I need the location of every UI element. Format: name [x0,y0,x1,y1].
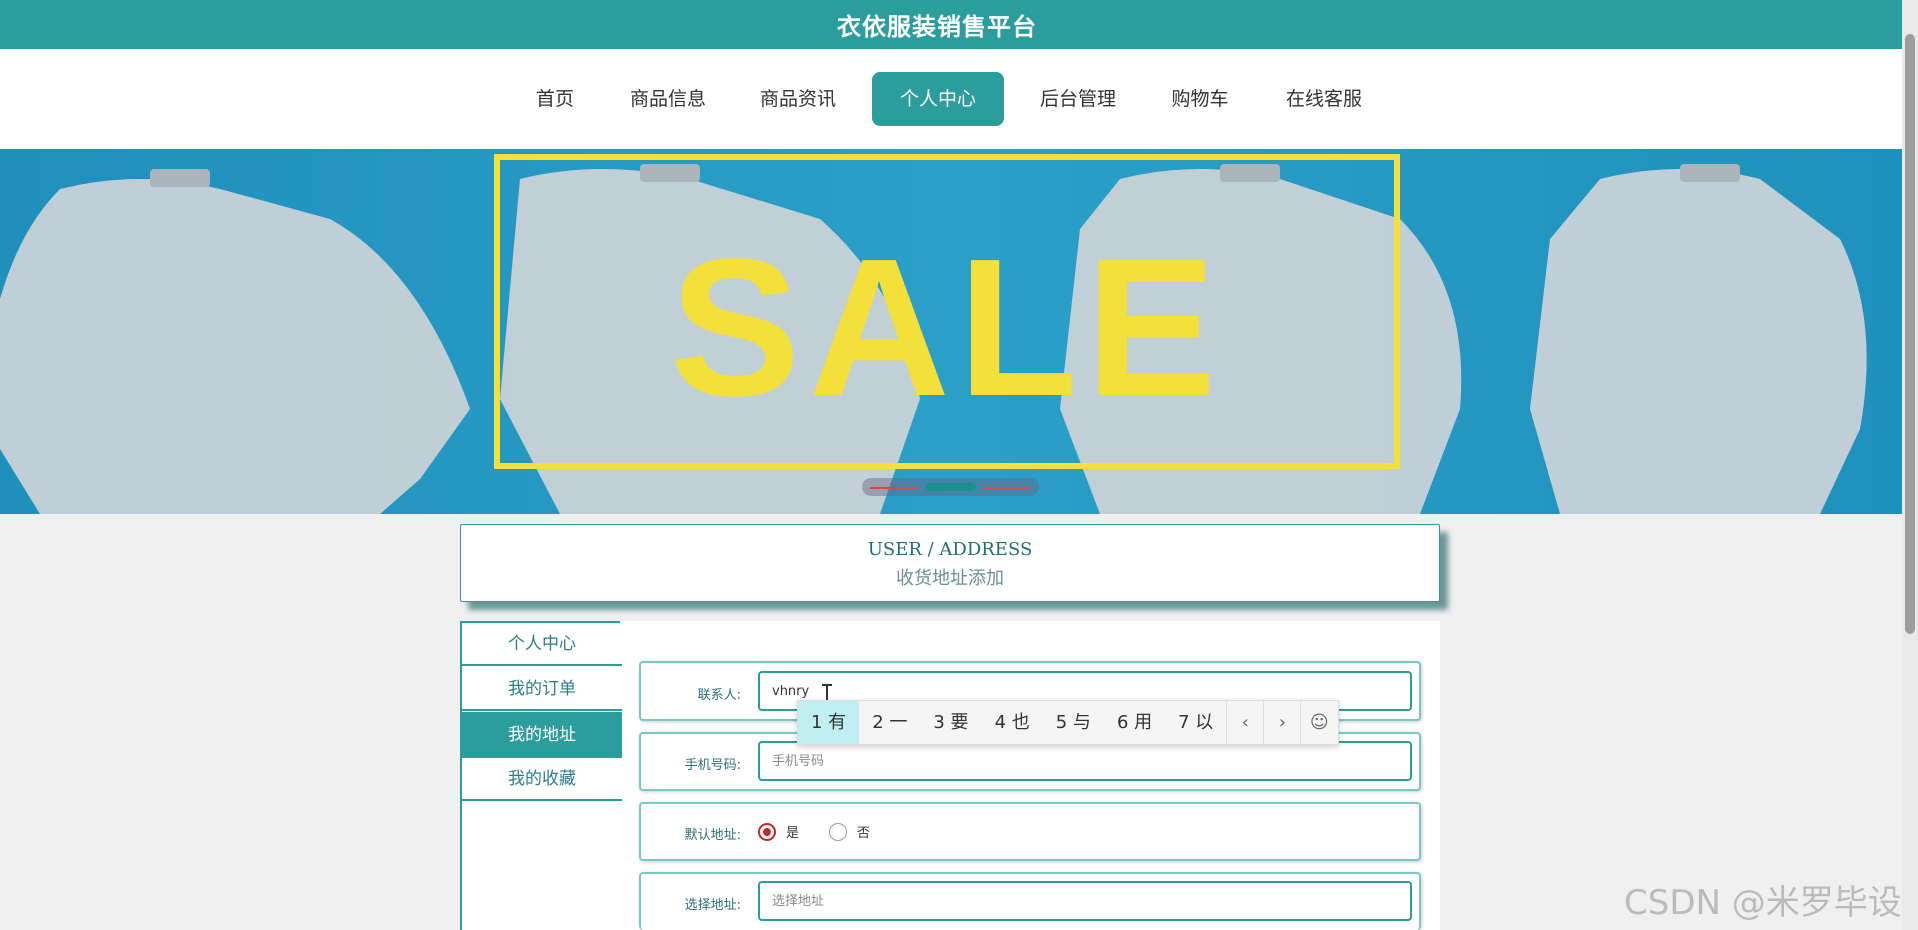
section-title-en: USER / ADDRESS [867,539,1033,560]
ime-candidate-popup: 1 有 2 一 3 要 4 也 5 与 6 用 7 以 ‹ › ☺ [797,700,1339,745]
ime-candidate-1[interactable]: 1 有 [798,701,860,744]
radio-no-label: 否 [857,826,871,841]
smiley-icon[interactable]: ☺ [1300,701,1337,744]
sale-text: SALE [669,218,1225,437]
user-sidebar: 个人中心 我的订单 我的地址 我的收藏 [460,621,622,930]
carousel-dot-2-active[interactable] [926,483,976,491]
nav-item-user-center[interactable]: 个人中心 [872,72,1004,126]
ime-candidate-7[interactable]: 7 以 [1165,701,1226,744]
ime-candidate-6[interactable]: 6 用 [1104,701,1165,744]
sidebar-item-orders[interactable]: 我的订单 [462,668,622,711]
page-scrollbar[interactable] [1902,0,1918,930]
nav-item-news[interactable]: 商品资讯 [752,72,844,126]
nav-item-admin[interactable]: 后台管理 [1032,72,1124,126]
sidebar-item-favorites[interactable]: 我的收藏 [462,758,622,801]
sidebar-item-addresses[interactable]: 我的地址 [462,712,622,758]
radio-yes[interactable] [758,822,776,841]
nav-item-products[interactable]: 商品信息 [622,72,714,126]
radio-no[interactable] [829,822,848,841]
ime-candidate-2[interactable]: 2 一 [859,701,920,744]
section-title-cn: 收货地址添加 [896,568,1004,589]
nav-item-cart[interactable]: 购物车 [1162,72,1238,126]
ime-candidate-5[interactable]: 5 与 [1043,701,1104,744]
ime-candidate-3[interactable]: 3 要 [920,701,981,744]
carousel-dot-3[interactable] [982,487,1030,489]
phone-label: 手机号码: [684,758,741,773]
main-content: 个人中心 我的订单 我的地址 我的收藏 联系人: 手机号码: 默认地址: 是 否… [460,621,1440,930]
select-address-input[interactable] [758,881,1412,921]
site-title: 衣依服装销售平台 [837,13,1037,41]
top-header-bar: 衣依服装销售平台 [0,0,1918,49]
carousel-dot-1[interactable] [870,487,918,489]
radio-yes-label: 是 [786,826,800,841]
nav-item-home[interactable]: 首页 [530,72,580,126]
carousel-indicators[interactable] [862,478,1039,496]
watermark: CSDN @米罗毕设 [1624,883,1902,923]
promo-banner[interactable]: SALE [0,149,1918,514]
default-address-label: 默认地址: [684,828,741,843]
main-nav: 首页 商品信息 商品资讯 个人中心 后台管理 购物车 在线客服 [0,49,1918,149]
scrollbar-thumb[interactable] [1905,34,1915,634]
sale-frame: SALE [494,154,1400,469]
form-row-default-address: 默认地址: 是 否 [639,802,1421,861]
form-row-select-address: 选择地址: [639,872,1421,930]
nav-item-customer-service[interactable]: 在线客服 [1276,72,1372,126]
sidebar-item-user-center[interactable]: 个人中心 [462,623,622,666]
section-header-card: USER / ADDRESS 收货地址添加 [460,524,1440,602]
contact-label: 联系人: [697,688,741,703]
default-address-radio-group: 是 否 [758,822,900,841]
chevron-right-icon[interactable]: › [1263,701,1300,744]
chevron-left-icon[interactable]: ‹ [1226,701,1263,744]
phone-input[interactable] [758,741,1412,781]
select-address-label: 选择地址: [684,898,741,913]
ime-candidate-4[interactable]: 4 也 [982,701,1043,744]
